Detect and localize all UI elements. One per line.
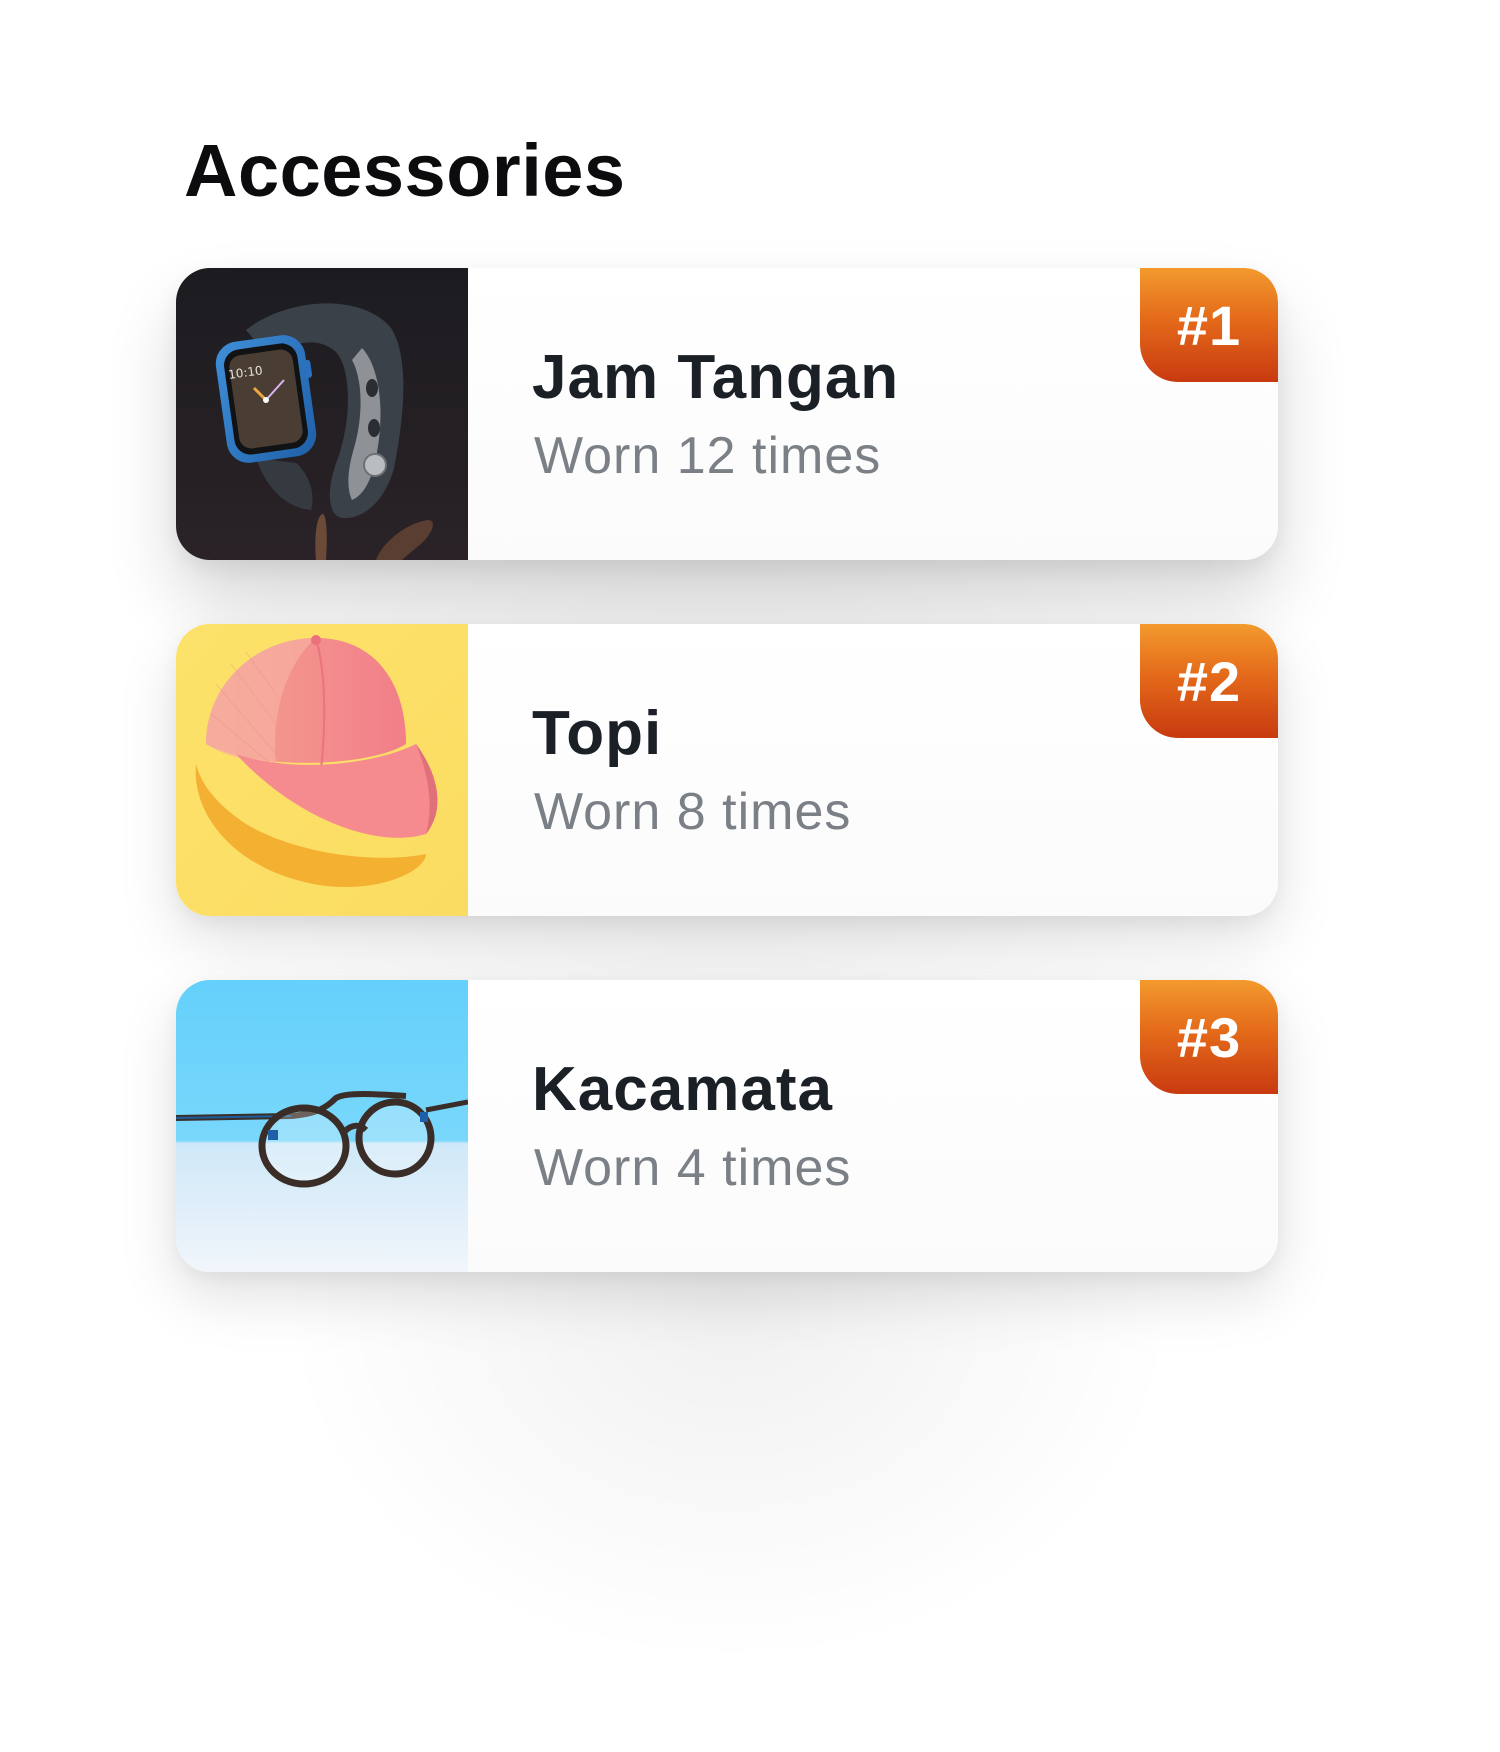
worn-count: 8 bbox=[676, 783, 707, 841]
worn-count-text: Worn 12 times bbox=[534, 427, 882, 485]
pink-cap-image bbox=[176, 624, 468, 916]
worn-count-text: Worn 4 times bbox=[534, 1139, 852, 1197]
worn-label: Worn bbox=[534, 427, 662, 485]
worn-unit: times bbox=[722, 1139, 852, 1197]
accessory-card-jam-tangan[interactable]: 10:10 Jam Tangan Worn 12 times #1 bbox=[176, 268, 1278, 560]
worn-count: 4 bbox=[676, 1139, 707, 1197]
worn-count: 12 bbox=[676, 427, 737, 485]
worn-unit: times bbox=[752, 427, 882, 485]
section-title: Accessories bbox=[184, 129, 626, 212]
item-name: Kacamata bbox=[532, 1055, 833, 1124]
worn-label: Worn bbox=[534, 1139, 662, 1197]
accessory-card-topi[interactable]: Topi Worn 8 times #2 bbox=[176, 624, 1278, 916]
rank-badge: #2 bbox=[1140, 624, 1278, 738]
item-name: Topi bbox=[532, 699, 663, 768]
eyeglasses-image bbox=[176, 980, 468, 1272]
worn-count-text: Worn 8 times bbox=[534, 783, 852, 841]
worn-unit: times bbox=[722, 783, 852, 841]
rank-badge: #1 bbox=[1140, 268, 1278, 382]
rank-badge: #3 bbox=[1140, 980, 1278, 1094]
page: Accessories 10:10 Jam Tangan Worn 12 tim… bbox=[0, 0, 1500, 1752]
accessory-card-kacamata[interactable]: Kacamata Worn 4 times #3 bbox=[176, 980, 1278, 1272]
smartwatch-image: 10:10 bbox=[176, 268, 468, 560]
worn-label: Worn bbox=[534, 783, 662, 841]
item-name: Jam Tangan bbox=[532, 343, 900, 412]
